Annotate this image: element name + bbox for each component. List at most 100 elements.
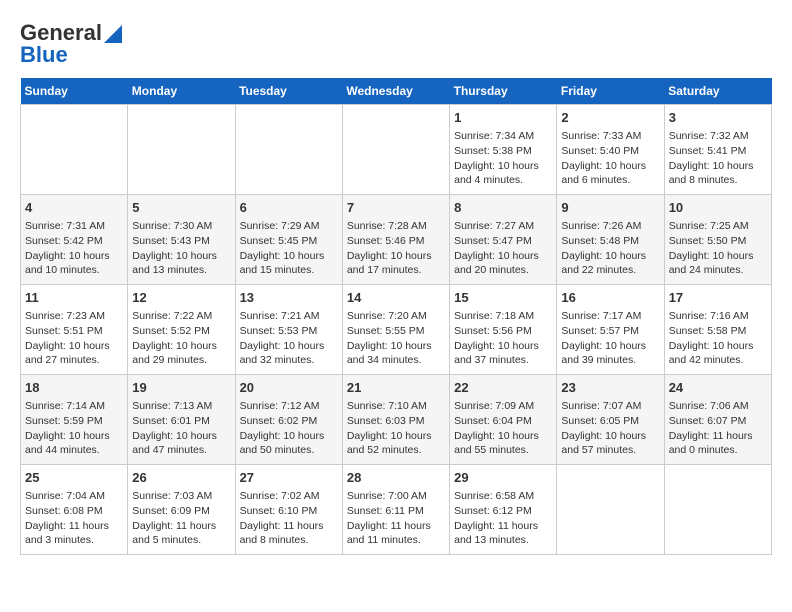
day-info: Sunrise: 6:58 AM Sunset: 6:12 PM Dayligh… <box>454 489 552 548</box>
day-number: 26 <box>132 469 230 487</box>
calendar-cell: 9 Sunrise: 7:26 AM Sunset: 5:48 PM Daylig… <box>557 195 664 285</box>
calendar-cell: 22 Sunrise: 7:09 AM Sunset: 6:04 PM Dayli… <box>450 375 557 465</box>
day-info: Sunrise: 7:14 AM Sunset: 5:59 PM Dayligh… <box>25 399 123 458</box>
calendar-cell <box>128 105 235 195</box>
day-info: Sunrise: 7:28 AM Sunset: 5:46 PM Dayligh… <box>347 219 445 278</box>
calendar-header-monday: Monday <box>128 78 235 105</box>
day-number: 20 <box>240 379 338 397</box>
logo: General Blue <box>20 20 122 68</box>
logo-arrow-icon <box>104 25 122 43</box>
calendar-cell: 20 Sunrise: 7:12 AM Sunset: 6:02 PM Dayli… <box>235 375 342 465</box>
day-number: 5 <box>132 199 230 217</box>
day-info: Sunrise: 7:02 AM Sunset: 6:10 PM Dayligh… <box>240 489 338 548</box>
calendar-cell: 3Sunrise: 7:32 AM Sunset: 5:41 PM Daylig… <box>664 105 771 195</box>
calendar-cell: 12 Sunrise: 7:22 AM Sunset: 5:52 PM Dayli… <box>128 285 235 375</box>
day-number: 19 <box>132 379 230 397</box>
calendar-cell: 29 Sunrise: 6:58 AM Sunset: 6:12 PM Dayli… <box>450 465 557 555</box>
day-info: Sunrise: 7:12 AM Sunset: 6:02 PM Dayligh… <box>240 399 338 458</box>
day-number: 15 <box>454 289 552 307</box>
calendar-cell: 4 Sunrise: 7:31 AM Sunset: 5:42 PM Daylig… <box>21 195 128 285</box>
day-number: 12 <box>132 289 230 307</box>
calendar-cell <box>557 465 664 555</box>
calendar-cell: 24 Sunrise: 7:06 AM Sunset: 6:07 PM Dayli… <box>664 375 771 465</box>
calendar-cell: 21 Sunrise: 7:10 AM Sunset: 6:03 PM Dayli… <box>342 375 449 465</box>
day-number: 1 <box>454 109 552 127</box>
day-info: Sunrise: 7:00 AM Sunset: 6:11 PM Dayligh… <box>347 489 445 548</box>
day-info: Sunrise: 7:10 AM Sunset: 6:03 PM Dayligh… <box>347 399 445 458</box>
day-number: 21 <box>347 379 445 397</box>
day-info: Sunrise: 7:09 AM Sunset: 6:04 PM Dayligh… <box>454 399 552 458</box>
calendar-cell: 10 Sunrise: 7:25 AM Sunset: 5:50 PM Dayli… <box>664 195 771 285</box>
calendar-header-friday: Friday <box>557 78 664 105</box>
day-info: Sunrise: 7:29 AM Sunset: 5:45 PM Dayligh… <box>240 219 338 278</box>
day-info: Sunrise: 7:06 AM Sunset: 6:07 PM Dayligh… <box>669 399 767 458</box>
day-number: 2 <box>561 109 659 127</box>
calendar-cell: 6 Sunrise: 7:29 AM Sunset: 5:45 PM Daylig… <box>235 195 342 285</box>
calendar-cell <box>21 105 128 195</box>
calendar-cell <box>664 465 771 555</box>
day-info: Sunrise: 7:17 AM Sunset: 5:57 PM Dayligh… <box>561 309 659 368</box>
calendar-cell: 13 Sunrise: 7:21 AM Sunset: 5:53 PM Dayli… <box>235 285 342 375</box>
day-number: 8 <box>454 199 552 217</box>
day-number: 4 <box>25 199 123 217</box>
day-info: Sunrise: 7:26 AM Sunset: 5:48 PM Dayligh… <box>561 219 659 278</box>
day-number: 16 <box>561 289 659 307</box>
calendar-cell: 19 Sunrise: 7:13 AM Sunset: 6:01 PM Dayli… <box>128 375 235 465</box>
calendar-cell: 15 Sunrise: 7:18 AM Sunset: 5:56 PM Dayli… <box>450 285 557 375</box>
calendar-cell: 2 Sunrise: 7:33 AM Sunset: 5:40 PM Daylig… <box>557 105 664 195</box>
day-number: 9 <box>561 199 659 217</box>
day-number: 11 <box>25 289 123 307</box>
calendar-cell: 16 Sunrise: 7:17 AM Sunset: 5:57 PM Dayli… <box>557 285 664 375</box>
day-info: Sunrise: 7:23 AM Sunset: 5:51 PM Dayligh… <box>25 309 123 368</box>
calendar-cell: 11 Sunrise: 7:23 AM Sunset: 5:51 PM Dayli… <box>21 285 128 375</box>
day-info: Sunrise: 7:22 AM Sunset: 5:52 PM Dayligh… <box>132 309 230 368</box>
page-header: General Blue <box>20 20 772 68</box>
day-info: Sunrise: 7:25 AM Sunset: 5:50 PM Dayligh… <box>669 219 767 278</box>
calendar-header-thursday: Thursday <box>450 78 557 105</box>
calendar-cell: 23Sunrise: 7:07 AM Sunset: 6:05 PM Dayli… <box>557 375 664 465</box>
day-info: Sunrise: 7:03 AM Sunset: 6:09 PM Dayligh… <box>132 489 230 548</box>
day-info: Sunrise: 7:27 AM Sunset: 5:47 PM Dayligh… <box>454 219 552 278</box>
calendar-cell: 7 Sunrise: 7:28 AM Sunset: 5:46 PM Daylig… <box>342 195 449 285</box>
day-number: 14 <box>347 289 445 307</box>
day-number: 7 <box>347 199 445 217</box>
day-number: 23 <box>561 379 659 397</box>
day-number: 17 <box>669 289 767 307</box>
calendar-cell: 17 Sunrise: 7:16 AM Sunset: 5:58 PM Dayli… <box>664 285 771 375</box>
day-number: 27 <box>240 469 338 487</box>
day-number: 29 <box>454 469 552 487</box>
calendar-cell: 8 Sunrise: 7:27 AM Sunset: 5:47 PM Daylig… <box>450 195 557 285</box>
calendar-cell <box>342 105 449 195</box>
day-info: Sunrise: 7:21 AM Sunset: 5:53 PM Dayligh… <box>240 309 338 368</box>
calendar-header-saturday: Saturday <box>664 78 771 105</box>
day-number: 13 <box>240 289 338 307</box>
calendar-cell: 5 Sunrise: 7:30 AM Sunset: 5:43 PM Daylig… <box>128 195 235 285</box>
day-info: Sunrise: 7:31 AM Sunset: 5:42 PM Dayligh… <box>25 219 123 278</box>
day-info: Sunrise: 7:30 AM Sunset: 5:43 PM Dayligh… <box>132 219 230 278</box>
day-info: Sunrise: 7:33 AM Sunset: 5:40 PM Dayligh… <box>561 129 659 188</box>
calendar-cell: 27 Sunrise: 7:02 AM Sunset: 6:10 PM Dayli… <box>235 465 342 555</box>
day-info: Sunrise: 7:20 AM Sunset: 5:55 PM Dayligh… <box>347 309 445 368</box>
logo-blue: Blue <box>20 42 68 68</box>
day-number: 6 <box>240 199 338 217</box>
calendar-cell: 14 Sunrise: 7:20 AM Sunset: 5:55 PM Dayli… <box>342 285 449 375</box>
day-number: 22 <box>454 379 552 397</box>
calendar-cell: 28 Sunrise: 7:00 AM Sunset: 6:11 PM Dayli… <box>342 465 449 555</box>
calendar-cell <box>235 105 342 195</box>
calendar-cell: 18 Sunrise: 7:14 AM Sunset: 5:59 PM Dayli… <box>21 375 128 465</box>
day-number: 28 <box>347 469 445 487</box>
day-info: Sunrise: 7:16 AM Sunset: 5:58 PM Dayligh… <box>669 309 767 368</box>
day-number: 25 <box>25 469 123 487</box>
day-number: 24 <box>669 379 767 397</box>
day-number: 18 <box>25 379 123 397</box>
day-info: Sunrise: 7:34 AM Sunset: 5:38 PM Dayligh… <box>454 129 552 188</box>
calendar-header-tuesday: Tuesday <box>235 78 342 105</box>
calendar-cell: 26 Sunrise: 7:03 AM Sunset: 6:09 PM Dayli… <box>128 465 235 555</box>
calendar-header-wednesday: Wednesday <box>342 78 449 105</box>
calendar-header-sunday: Sunday <box>21 78 128 105</box>
day-number: 10 <box>669 199 767 217</box>
calendar-cell: 25Sunrise: 7:04 AM Sunset: 6:08 PM Dayli… <box>21 465 128 555</box>
day-info: Sunrise: 7:32 AM Sunset: 5:41 PM Dayligh… <box>669 129 767 188</box>
day-info: Sunrise: 7:18 AM Sunset: 5:56 PM Dayligh… <box>454 309 552 368</box>
day-info: Sunrise: 7:13 AM Sunset: 6:01 PM Dayligh… <box>132 399 230 458</box>
